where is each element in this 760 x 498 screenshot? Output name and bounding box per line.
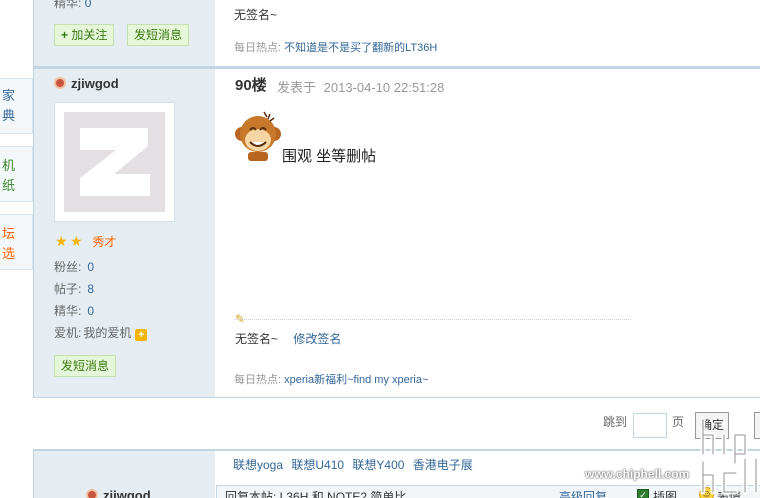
author-name-text: zjiwgod: [71, 76, 119, 91]
stat-device-label: 爱机:: [54, 326, 82, 340]
side-tab-2[interactable]: 机 纸: [0, 146, 33, 202]
daily-hot: 每日热点: xperia新福利~find my xperia~: [234, 371, 428, 387]
related-link-u410[interactable]: 联想U410: [291, 458, 344, 472]
signature-divider: [235, 319, 631, 320]
side-tab-1-line2: 典: [2, 108, 16, 123]
author-column: 精华: 0 + 加关注 发短消息 zjiwgod ★ ★ 秀才 粉丝: 0 帖子:: [34, 0, 215, 397]
prev-stat-label: 精华:: [54, 0, 82, 10]
stat-device-value: 我的爱机: [83, 326, 132, 340]
side-tab-3-line1: 坛: [2, 226, 16, 241]
stat-digest: 精华: 0: [54, 302, 94, 319]
prev-hot-label: 每日热点:: [234, 42, 282, 54]
floor-number[interactable]: 90楼: [235, 74, 267, 95]
post-content: 围观 坐等删帖: [282, 148, 377, 165]
stat-posts-value[interactable]: 8: [87, 282, 94, 296]
prev-signature: 无签名~: [234, 8, 278, 22]
rank-label: 秀才: [92, 235, 117, 249]
reply-user-text: zjiwgod: [103, 488, 151, 498]
chiphell-watermark-logo: [700, 417, 759, 495]
posted-time: 2013-04-10 22:51:28: [323, 80, 445, 95]
thread-post-table: 精华: 0 + 加关注 发短消息 zjiwgod ★ ★ 秀才 粉丝: 0 帖子:: [33, 0, 760, 398]
side-tab-1[interactable]: 家 典: [0, 78, 33, 134]
follow-button[interactable]: + 加关注: [54, 24, 115, 46]
default-avatar-logo-icon: [80, 128, 150, 196]
user-rank: ★ ★ 秀才: [55, 233, 116, 250]
reply-input[interactable]: 回复本帖: L36H 和 NOTE2 简单比……: [225, 488, 430, 498]
prev-stat-digest: 精华: 0: [54, 0, 91, 11]
stat-posts-label: 帖子:: [54, 282, 82, 296]
post-signature: 无签名~ 修改签名: [235, 330, 341, 347]
stat-posts: 帖子: 8: [54, 280, 94, 297]
online-user-icon: [86, 489, 98, 498]
hot-label: 每日热点:: [234, 374, 282, 386]
post-divider: [34, 66, 760, 69]
stat-fans-value[interactable]: 0: [87, 260, 94, 274]
prev-stat-value: 0: [84, 0, 92, 10]
monkey-emoticon-icon: [235, 111, 281, 161]
prev-hot-link[interactable]: 不知道是不是买了翻新的LT36H: [284, 42, 437, 54]
hot-link[interactable]: xperia新福利~find my xperia~: [284, 374, 428, 386]
post-column: 无签名~ 每日热点: 不知道是不是买了翻新的LT36H 90楼 发表于 2013…: [215, 0, 760, 397]
stat-fans-label: 粉丝:: [54, 260, 82, 274]
stat-digest-value[interactable]: 0: [87, 304, 94, 318]
follow-label: 加关注: [71, 28, 108, 42]
post-time: 发表于 2013-04-10 22:51:28: [277, 77, 444, 96]
reply-related-links: 联想yoga 联想U410 联想Y400 香港电子展: [233, 456, 478, 473]
related-link-y400[interactable]: 联想Y400: [352, 458, 404, 472]
add-device-icon[interactable]: +: [135, 329, 148, 341]
watermark-site: www.chiphell.com: [585, 467, 690, 481]
signature-text: 无签名~: [235, 332, 279, 346]
star-icon: ★: [55, 233, 68, 249]
avatar: [64, 112, 165, 212]
stat-device: 爱机: 我的爱机 +: [54, 324, 148, 341]
author-name[interactable]: zjiwgod: [54, 76, 119, 91]
side-tab-2-line1: 机: [2, 158, 16, 173]
related-link-hk-expo[interactable]: 香港电子展: [413, 458, 473, 472]
edit-signature-link[interactable]: 修改签名: [293, 332, 341, 346]
send-message-button[interactable]: 发短消息: [54, 355, 117, 377]
side-tab-2-line2: 纸: [2, 178, 16, 193]
prev-daily-hot: 每日热点: 不知道是不是买了翻新的LT36H: [234, 39, 437, 55]
side-tab-3-line2: 选: [2, 246, 16, 261]
star-icon: ★: [70, 233, 83, 249]
side-tab-3[interactable]: 坛 选: [0, 214, 33, 270]
plus-icon: +: [61, 28, 69, 42]
stat-fans: 粉丝: 0: [54, 258, 94, 275]
posted-prefix: 发表于: [277, 80, 317, 95]
side-tab-1-line1: 家: [2, 88, 16, 103]
avatar-frame[interactable]: [54, 102, 175, 222]
stat-digest-label: 精华:: [54, 304, 82, 318]
related-link-yoga[interactable]: 联想yoga: [233, 458, 283, 472]
prev-message-button[interactable]: 发短消息: [127, 24, 190, 46]
online-user-icon: [54, 77, 66, 89]
reply-user-name[interactable]: zjiwgod: [86, 488, 151, 498]
